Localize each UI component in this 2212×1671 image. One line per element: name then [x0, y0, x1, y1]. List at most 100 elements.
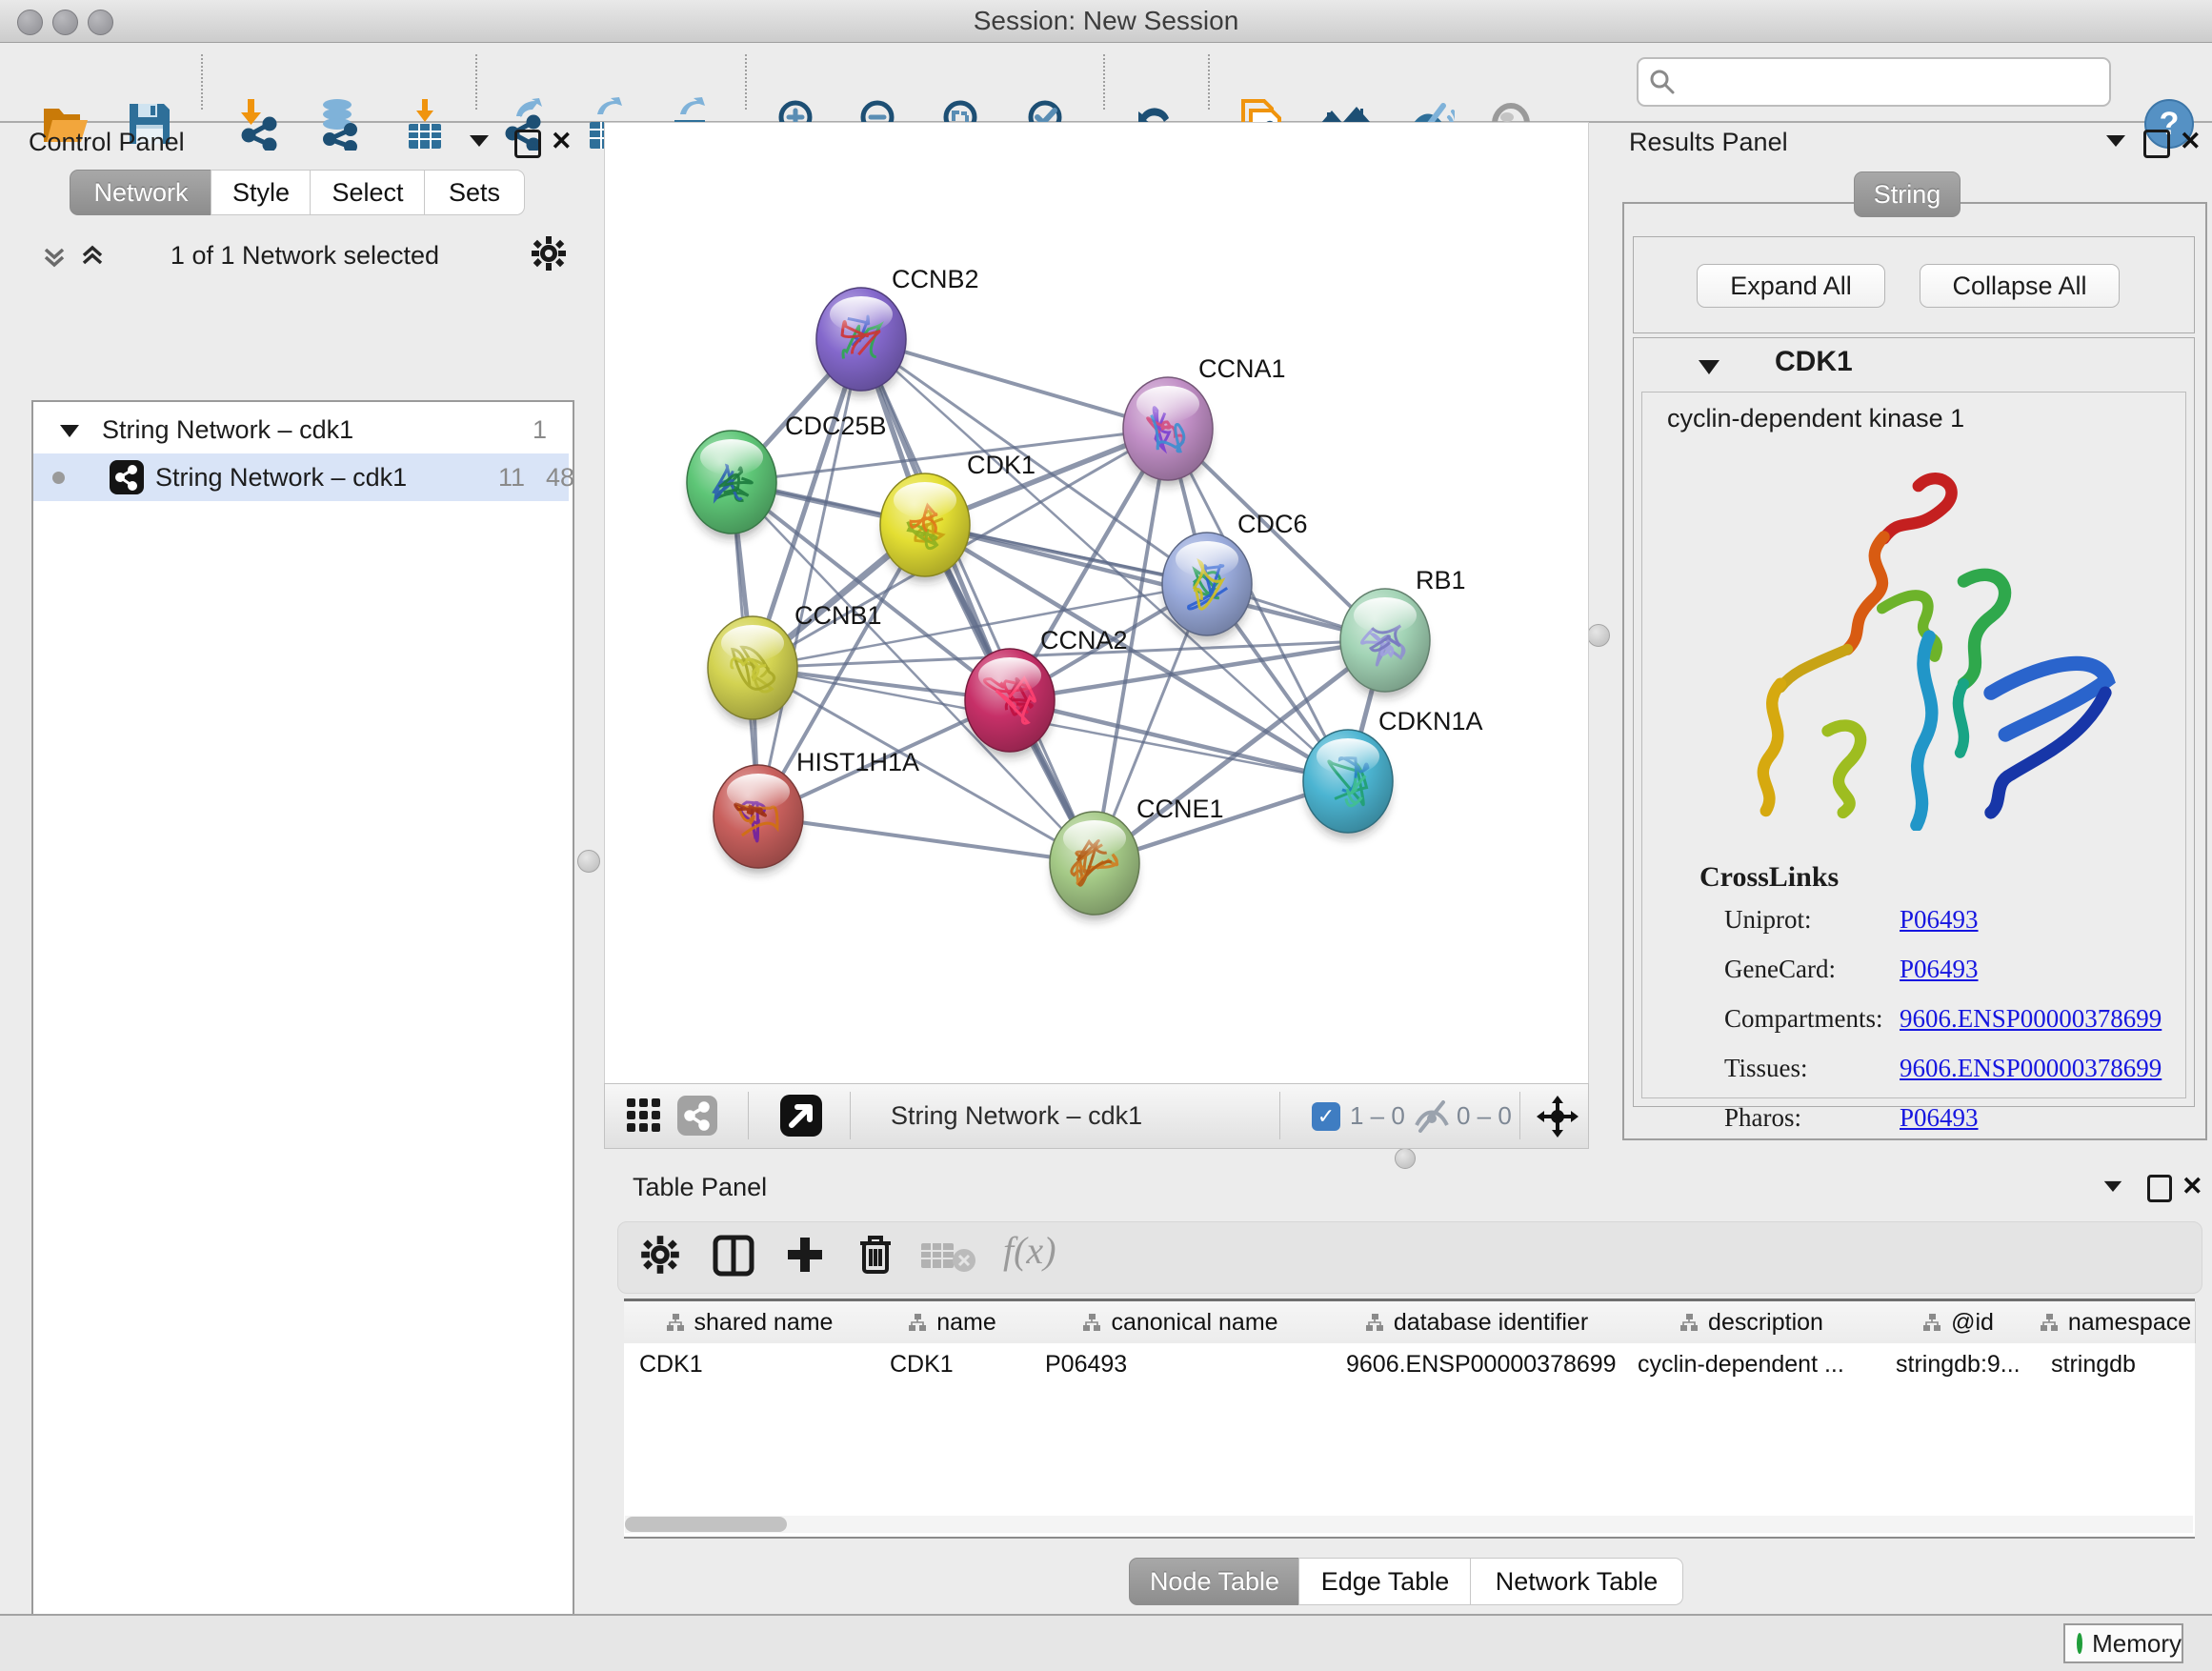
crosslink-pharos-link[interactable]: P06493: [1900, 1103, 1979, 1133]
control-panel-menu-icon[interactable]: [467, 131, 492, 149]
node-label-CCNE1: CCNE1: [1136, 795, 1224, 823]
column-header-name[interactable]: name: [875, 1301, 1031, 1343]
table-settings-gear-icon[interactable]: [639, 1234, 681, 1276]
cell-shared-name[interactable]: CDK1: [624, 1343, 875, 1385]
left-splitter-handle[interactable]: [577, 850, 600, 873]
network-collection-row[interactable]: String Network – cdk1 1: [33, 406, 569, 453]
cell-canonical-name[interactable]: P06493: [1030, 1343, 1331, 1385]
tab-network[interactable]: Network: [70, 170, 212, 215]
tab-select[interactable]: Select: [310, 170, 426, 215]
node-label-CCNB1: CCNB1: [794, 601, 882, 630]
cell--id[interactable]: stringdb:9...: [1880, 1343, 2036, 1385]
scrollbar-thumb[interactable]: [625, 1517, 787, 1532]
results-panel-close-icon[interactable]: ✕: [2180, 127, 2202, 156]
network-edge-CCNB2-CCNA1[interactable]: [861, 339, 1168, 429]
delete-table-icon: [921, 1239, 976, 1274]
expand-all-button[interactable]: Expand All: [1697, 264, 1885, 308]
control-panel-title: Control Panel: [29, 128, 185, 157]
network-node-CCNB2[interactable]: CCNB2: [816, 265, 979, 396]
results-buttons-box: Expand All Collapse All: [1633, 236, 2195, 333]
network-node-CDKN1A[interactable]: CDKN1A: [1303, 707, 1483, 838]
network-options-gear-icon[interactable]: [530, 234, 568, 272]
table-panel-close-icon[interactable]: ✕: [2182, 1172, 2203, 1201]
memory-button[interactable]: Memory: [2063, 1623, 2183, 1663]
control-panel-float-icon[interactable]: [514, 130, 541, 158]
column-header--id[interactable]: @id: [1880, 1301, 2037, 1343]
node-label-CCNA2: CCNA2: [1040, 626, 1128, 654]
crosslink-tissues-link[interactable]: 9606.ENSP00000378699: [1900, 1054, 2162, 1083]
network-share-icon[interactable]: [677, 1096, 717, 1136]
network-node-RB1[interactable]: RB1: [1340, 566, 1466, 697]
table-panel-float-icon[interactable]: [2147, 1175, 2172, 1202]
protein-structure-image: [1680, 450, 2147, 831]
crosslink-uniprot-link[interactable]: P06493: [1900, 905, 1979, 935]
hidden-count: 0 – 0: [1457, 1084, 1512, 1148]
show-columns-icon[interactable]: [712, 1234, 755, 1278]
toolbar-separator: [1103, 54, 1105, 110]
selected-nodes-checkbox-icon[interactable]: ✓: [1312, 1102, 1340, 1131]
collapse-all-icon[interactable]: [40, 242, 69, 271]
results-panel-menu-icon[interactable]: [2103, 131, 2128, 149]
control-panel: Control Panel ✕ Network Style Select Set…: [11, 122, 572, 1608]
tab-edge-table[interactable]: Edge Table: [1298, 1558, 1472, 1605]
crosslink-compartments-link[interactable]: 9606.ENSP00000378699: [1900, 1004, 2162, 1034]
node-label-CDC6: CDC6: [1237, 510, 1308, 538]
network-graph[interactable]: CCNB2CCNA1CDC25BCDK1CDC6RB1CCNB1CCNA2CDK…: [605, 123, 1588, 1083]
tab-string[interactable]: String: [1854, 171, 1961, 217]
results-panel-float-icon[interactable]: [2143, 130, 2170, 158]
crosslink-label: Compartments:: [1724, 1004, 1882, 1034]
cell-description[interactable]: cyclin-dependent ...: [1622, 1343, 1880, 1385]
grid-view-icon[interactable]: [626, 1097, 662, 1134]
crosslink-genecard-link[interactable]: P06493: [1900, 955, 1979, 984]
table-panel-menu-icon[interactable]: [2101, 1178, 2124, 1194]
current-network-indicator: [52, 472, 65, 484]
memory-status-dot: [2077, 1633, 2082, 1654]
network-view-toolbar: String Network – cdk1 ✓ 1 – 0 0 – 0: [604, 1083, 1589, 1149]
network-edge-CCNB2-CCNE1[interactable]: [861, 339, 1095, 863]
column-header-shared-name[interactable]: shared name: [624, 1301, 875, 1343]
control-panel-close-icon[interactable]: ✕: [551, 127, 573, 156]
gene-section-expander-icon[interactable]: [1697, 357, 1721, 376]
network-node-HIST1H1A[interactable]: HIST1H1A: [714, 748, 919, 874]
tab-sets[interactable]: Sets: [424, 170, 525, 215]
birdseye-crosshair-icon[interactable]: [1537, 1096, 1579, 1137]
network-node-CDC6[interactable]: CDC6: [1162, 510, 1308, 641]
network-node-CCNE1[interactable]: CCNE1: [1050, 795, 1224, 920]
column-header-namespace[interactable]: namespace: [2036, 1301, 2196, 1343]
node-label-CDKN1A: CDKN1A: [1378, 707, 1483, 735]
column-header-database-identifier[interactable]: database identifier: [1331, 1301, 1623, 1343]
right-splitter-handle[interactable]: [1587, 624, 1610, 647]
tab-network-table[interactable]: Network Table: [1470, 1558, 1683, 1605]
collection-label: String Network – cdk1: [102, 406, 353, 453]
crosslinks-heading: CrossLinks: [1699, 861, 1839, 894]
network-view-title: String Network – cdk1: [891, 1084, 1142, 1148]
search-field[interactable]: [1637, 57, 2111, 107]
tab-style[interactable]: Style: [211, 170, 312, 215]
function-builder-fx-icon: f(x): [1003, 1228, 1056, 1273]
tab-node-table[interactable]: Node Table: [1129, 1558, 1300, 1605]
open-in-new-window-icon[interactable]: [780, 1095, 822, 1137]
tree-expander-icon[interactable]: [58, 422, 81, 439]
search-input[interactable]: [1682, 62, 2101, 100]
title-bar: Session: New Session: [0, 0, 2212, 43]
crosslink-label: Uniprot:: [1724, 905, 1812, 935]
cell-name[interactable]: CDK1: [875, 1343, 1030, 1385]
column-header-description[interactable]: description: [1622, 1301, 1881, 1343]
add-column-icon[interactable]: [782, 1232, 828, 1278]
network-label: String Network – cdk1: [155, 453, 407, 501]
cell-namespace[interactable]: stringdb: [2036, 1343, 2195, 1385]
collapse-all-button[interactable]: Collapse All: [1920, 264, 2120, 308]
node-table: shared namenamecanonical namedatabase id…: [624, 1299, 2195, 1539]
network-row[interactable]: String Network – cdk1 11 48: [33, 453, 569, 501]
table-horizontal-scrollbar[interactable]: [625, 1516, 2193, 1533]
network-edge-HIST1H1A-CCNE1[interactable]: [758, 816, 1095, 863]
column-type-icon: [1365, 1313, 1384, 1332]
cell-database-identifier[interactable]: 9606.ENSP00000378699: [1331, 1343, 1622, 1385]
expand-all-icon[interactable]: [78, 242, 107, 271]
gene-description: cyclin-dependent kinase 1: [1667, 404, 1964, 433]
node-label-CCNB2: CCNB2: [892, 265, 979, 293]
delete-column-icon[interactable]: [855, 1232, 896, 1278]
network-canvas[interactable]: CCNB2CCNA1CDC25BCDK1CDC6RB1CCNB1CCNA2CDK…: [604, 122, 1589, 1084]
crosslink-label: Tissues:: [1724, 1054, 1808, 1083]
column-header-canonical-name[interactable]: canonical name: [1030, 1301, 1332, 1343]
